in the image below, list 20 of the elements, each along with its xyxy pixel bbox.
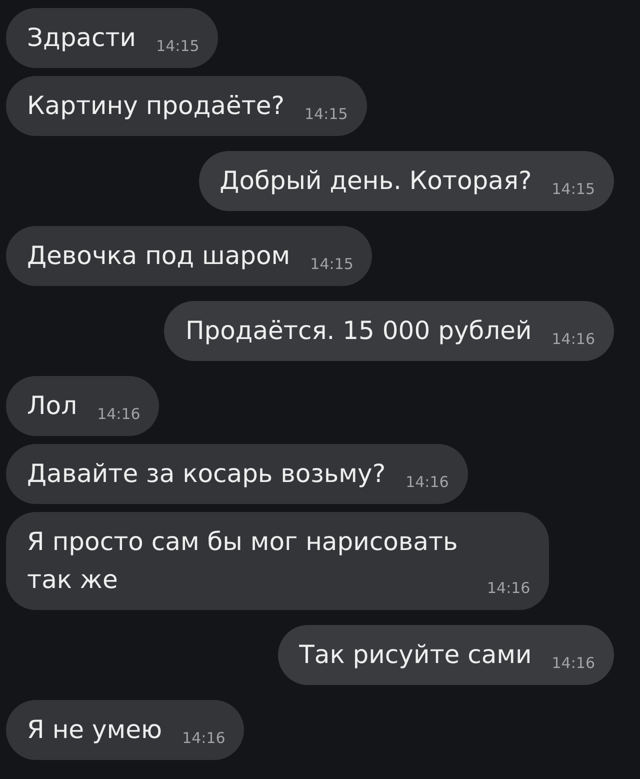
message-time: 14:15 (552, 180, 595, 198)
message-time: 14:15 (156, 37, 200, 55)
message-text: Девочка под шаром (27, 240, 290, 272)
message-text: Лол (27, 390, 78, 422)
message-text: Давайте за косарь возьму? (27, 458, 386, 490)
message-text: Продаётся. 15 000 рублей (185, 315, 532, 347)
message-text: Здрасти (27, 22, 136, 54)
message-time: 14:16 (406, 473, 449, 491)
message-text: Картину продаёте? (27, 90, 285, 122)
message-time: 14:15 (304, 105, 348, 123)
message-text: Я не умею (27, 714, 162, 746)
message-text: Так рисуйте сами (299, 639, 532, 671)
message-time: 14:16 (97, 405, 140, 423)
message-time: 14:16 (552, 330, 595, 348)
message-time: 14:15 (310, 255, 354, 273)
message-text: Я просто сам бы мог нарисовать так же (27, 526, 459, 596)
message-time: 14:16 (487, 579, 530, 597)
message-time: 14:16 (552, 654, 595, 672)
message-time: 14:16 (182, 729, 226, 747)
message-text: Добрый день. Которая? (220, 165, 532, 197)
